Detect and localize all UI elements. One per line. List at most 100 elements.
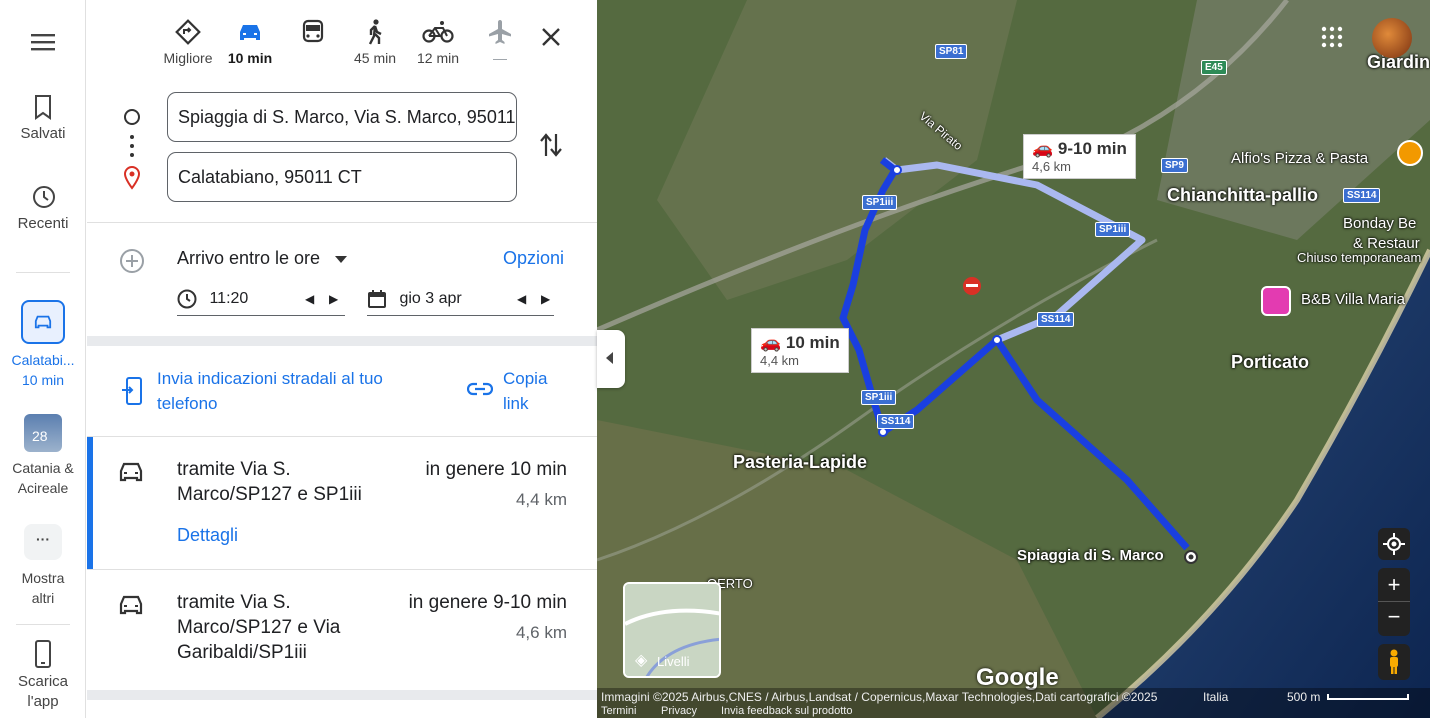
destination-input[interactable]: Calatabiano, 95011 CT	[167, 152, 517, 202]
shield-ss114-b: SS114	[1037, 312, 1075, 327]
add-stop-icon[interactable]	[119, 248, 145, 274]
date-next-icon[interactable]: ▶	[541, 286, 550, 312]
more-icon: ···	[24, 524, 62, 560]
shield-sp1iii-a: SP1iii	[862, 195, 898, 210]
download-label-2: l'app	[27, 693, 59, 710]
label-bnb[interactable]: B&B Villa Maria	[1301, 291, 1405, 308]
more-button[interactable]: ··· Mostra altri	[0, 524, 86, 608]
route-alt-time: 9-10 min	[1057, 139, 1127, 158]
shield-sp9: SP9	[1161, 158, 1188, 173]
city-label-1: Catania &	[12, 460, 74, 476]
route-2-time: in genere 9-10 min	[408, 592, 567, 613]
send-to-phone-icon	[122, 377, 142, 405]
airplane-icon	[489, 20, 511, 44]
zoom-controls: + −	[1378, 568, 1410, 636]
history-icon	[33, 186, 55, 208]
route-alt-bubble[interactable]: 🚗 9-10 min 4,6 km	[1023, 134, 1136, 179]
recent-destination-button[interactable]: Calatabi... 10 min	[0, 300, 86, 390]
recent-dest-name: Calatabi...	[11, 352, 75, 368]
download-label-1: Scarica	[17, 673, 69, 690]
bus-icon	[302, 19, 324, 43]
rail-divider	[16, 272, 70, 273]
mode-car[interactable]: 10 min	[218, 18, 282, 66]
copy-link-label-2: link	[503, 394, 529, 413]
time-next-icon[interactable]: ▶	[329, 286, 338, 312]
car-icon	[119, 595, 143, 615]
saved-button[interactable]: Salvati	[0, 94, 86, 144]
city-button[interactable]: 28 Catania & Acireale	[0, 414, 86, 498]
copy-link-label-1: Copia	[503, 369, 548, 388]
menu-button[interactable]	[0, 30, 86, 58]
time-field[interactable]: 11:20 ◀ ▶	[177, 286, 345, 316]
swap-icon[interactable]	[539, 130, 563, 160]
label-chiuso: Chiuso temporaneam	[1297, 250, 1422, 265]
download-app-button[interactable]: Scarica l'app	[0, 640, 86, 712]
privacy-link[interactable]: Privacy	[661, 705, 697, 717]
selected-route-indicator	[87, 437, 93, 569]
feedback-link[interactable]: Invia feedback sul prodotto	[721, 705, 852, 717]
mode-best[interactable]: Migliore	[156, 18, 220, 66]
terms-link[interactable]: Termini	[601, 705, 636, 717]
pegman-button[interactable]	[1378, 644, 1410, 680]
recent-button[interactable]: Recenti	[0, 184, 86, 234]
zoom-out-button[interactable]: −	[1378, 602, 1410, 636]
restaurant-pin-icon[interactable]	[1397, 140, 1423, 166]
collapse-panel-button[interactable]	[597, 330, 625, 388]
label-chianchitta[interactable]: Chianchitta-pallio	[1167, 185, 1318, 206]
route-1-distance: 4,4 km	[515, 490, 567, 509]
my-location-button[interactable]	[1378, 528, 1410, 560]
apps-grid-icon[interactable]	[1321, 26, 1343, 48]
close-icon[interactable]	[540, 26, 562, 48]
arrive-by-dropdown[interactable]: Arrivo entro le ore	[177, 248, 348, 269]
walk-icon	[368, 19, 382, 45]
bike-icon	[422, 21, 454, 43]
saved-label: Salvati	[20, 125, 66, 142]
shield-sp1iii-b: SP1iii	[1095, 222, 1131, 237]
clock-icon	[177, 289, 197, 309]
route-main-time: 10 min	[785, 333, 840, 352]
date-value: gio 3 apr	[399, 290, 462, 307]
origin-input[interactable]: Spiaggia di S. Marco, Via S. Marco, 9501…	[167, 92, 517, 142]
options-button[interactable]: Opzioni	[503, 248, 564, 269]
label-alfio[interactable]: Alfio's Pizza & Pasta	[1231, 150, 1368, 167]
route-1-details-button[interactable]: Dettagli	[177, 525, 238, 546]
calendar-icon	[368, 289, 386, 308]
layers-icon: ◈	[635, 652, 648, 669]
mode-walk[interactable]: 45 min	[343, 18, 407, 66]
country-link[interactable]: Italia	[1203, 690, 1228, 704]
phone-icon	[35, 640, 51, 668]
label-porticato[interactable]: Porticato	[1231, 352, 1309, 373]
avatar[interactable]	[1372, 18, 1412, 58]
menu-icon	[31, 34, 55, 51]
scale-label[interactable]: 500 m	[1287, 690, 1320, 704]
route-option-2[interactable]: tramite Via S. Marco/SP127 e Via Garibal…	[87, 570, 597, 690]
layers-button[interactable]: ◈ Livelli	[623, 582, 721, 678]
date-field[interactable]: gio 3 apr ◀ ▶	[367, 286, 554, 316]
route-option-1[interactable]: tramite Via S. Marco/SP127 e SP1iii in g…	[87, 437, 597, 569]
zoom-in-button[interactable]: +	[1378, 568, 1410, 602]
time-prev-icon[interactable]: ◀	[305, 286, 314, 312]
scale-bar	[1327, 694, 1409, 700]
route-main-bubble[interactable]: 🚗 10 min 4,4 km	[751, 328, 849, 373]
route-main-distance: 4,4 km	[760, 353, 800, 368]
attribution-text: Immagini ©2025 Airbus,CNES / Airbus,Land…	[601, 690, 1158, 704]
date-prev-icon[interactable]: ◀	[517, 286, 526, 312]
city-badge: 28	[32, 428, 48, 444]
label-bonday-1[interactable]: Bonday Be	[1343, 215, 1416, 232]
car-icon	[240, 25, 260, 40]
mode-transit[interactable]	[281, 18, 345, 50]
left-rail: Salvati Recenti Calatabi... 10 min 28 Ca…	[0, 0, 86, 718]
shield-sp1iii-c: SP1iii	[861, 390, 897, 405]
recent-label: Recenti	[17, 215, 69, 232]
mode-bike[interactable]: 12 min	[406, 18, 470, 66]
send-to-phone-link[interactable]: Invia indicazioni stradali al tuo telefo…	[157, 366, 417, 416]
label-pasteria[interactable]: Pasteria-Lapide	[733, 452, 867, 473]
destination-pin-icon	[123, 166, 141, 190]
attribution-bar: Immagini ©2025 Airbus,CNES / Airbus,Land…	[597, 688, 1430, 718]
mode-flight[interactable]: —	[468, 18, 532, 66]
route-2-via: tramite Via S. Marco/SP127 e Via Garibal…	[177, 592, 341, 663]
hotel-pin-icon[interactable]	[1261, 286, 1291, 316]
copy-link-button[interactable]: Copia link	[503, 366, 547, 416]
map-canvas[interactable]: 🚗 9-10 min 4,6 km 🚗 10 min 4,4 km Giardi…	[597, 0, 1430, 718]
label-spiaggia[interactable]: Spiaggia di S. Marco	[1017, 547, 1164, 564]
